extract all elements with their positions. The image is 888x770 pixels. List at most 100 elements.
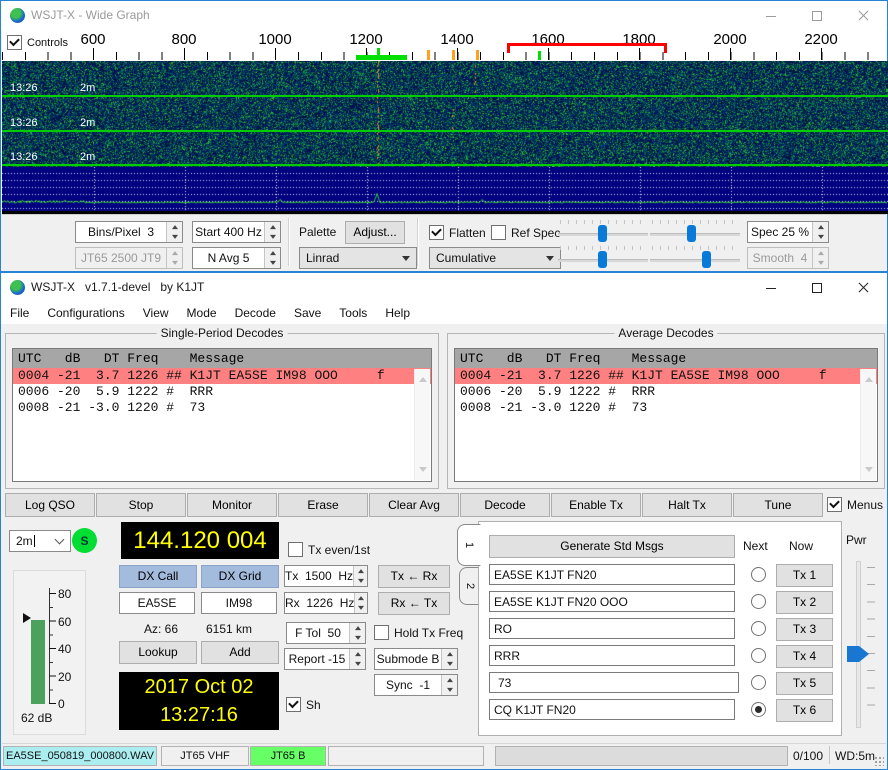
spinner-arrows[interactable] <box>812 222 828 242</box>
decode-row[interactable]: 0006 -20 5.9 1222 # RRR <box>455 384 877 400</box>
menus-checkbox[interactable]: Menus <box>827 497 883 512</box>
scroll-down-icon[interactable] <box>419 467 427 476</box>
spinner-arrows[interactable] <box>349 649 365 669</box>
spinner-arrows[interactable] <box>264 222 280 242</box>
menu-help[interactable]: Help <box>376 302 419 324</box>
spinner-arrows[interactable] <box>353 566 367 586</box>
menu-configurations[interactable]: Configurations <box>38 302 133 324</box>
slider-thumb[interactable] <box>687 225 696 242</box>
waterfall-gain-slider[interactable] <box>558 220 648 242</box>
tx5-now-button[interactable]: Tx 5 <box>776 672 833 695</box>
tx3-now-button[interactable]: Tx 3 <box>776 618 833 641</box>
palette-combo[interactable]: Linrad <box>299 247 417 269</box>
menu-file[interactable]: File <box>1 302 38 324</box>
tx6-message-field[interactable]: CQ K1JT FN20 <box>489 699 735 720</box>
slider-thumb[interactable] <box>702 251 711 268</box>
spectrum-display[interactable] <box>2 167 888 214</box>
clear-avg-button[interactable]: Clear Avg <box>369 493 459 517</box>
scroll-down-icon[interactable] <box>865 467 873 476</box>
tab-messages-1[interactable]: 1 <box>457 524 481 566</box>
submode-spinner[interactable]: Submode B <box>374 648 458 670</box>
maximize-button[interactable] <box>794 273 840 302</box>
wide-graph-titlebar[interactable]: WSJT-X - Wide Graph <box>1 1 887 30</box>
decode-button[interactable]: Decode <box>460 493 550 517</box>
menu-view[interactable]: View <box>134 302 178 324</box>
waterfall-canvas[interactable] <box>2 61 888 167</box>
spinner-arrows[interactable] <box>441 675 457 695</box>
add-button[interactable]: Add <box>201 641 279 664</box>
tx5-message-combo[interactable]: 73 <box>489 672 739 693</box>
tx6-next-radio[interactable] <box>751 702 766 717</box>
enable-tx-button[interactable]: Enable Tx <box>551 493 641 517</box>
menu-decode[interactable]: Decode <box>226 302 285 324</box>
scroll-up-icon[interactable] <box>419 373 427 382</box>
report-spinner[interactable]: Report -15 <box>284 648 366 670</box>
tx2-message-field[interactable]: EA5SE K1JT FN20 OOO <box>489 591 735 612</box>
close-button[interactable] <box>840 273 886 302</box>
palette-adjust-button[interactable]: Adjust... <box>345 221 405 244</box>
tx6-now-button[interactable]: Tx 6 <box>776 699 833 722</box>
tx4-now-button[interactable]: Tx 4 <box>776 645 833 668</box>
lookup-button[interactable]: Lookup <box>119 641 197 664</box>
f-tol-spinner[interactable]: F Tol 50 <box>286 622 366 644</box>
minimize-button[interactable] <box>748 1 794 30</box>
tx3-message-field[interactable]: RO <box>489 618 735 639</box>
tx2-now-button[interactable]: Tx 2 <box>776 591 833 614</box>
n-avg-spinner[interactable]: N Avg 5 <box>192 247 281 269</box>
halt-tx-button[interactable]: Halt Tx <box>642 493 732 517</box>
decode-row[interactable]: 0006 -20 5.9 1222 # RRR <box>13 384 431 400</box>
decode-row[interactable]: 0004 -21 3.7 1226 ## K1JT EA5SE IM98 OOO… <box>455 368 877 384</box>
scrollbar[interactable] <box>860 369 876 480</box>
ref-spec-checkbox[interactable]: Ref Spec <box>491 225 560 240</box>
spinner-arrows[interactable] <box>441 649 457 669</box>
dx-call-button[interactable]: DX Call <box>119 565 197 588</box>
maximize-button[interactable] <box>794 1 840 30</box>
tx5-next-radio[interactable] <box>751 675 766 690</box>
flatten-checkbox[interactable]: Flatten <box>429 225 486 240</box>
spinner-arrows[interactable] <box>264 248 280 268</box>
dx-grid-field[interactable]: IM98 <box>201 592 277 614</box>
band-select-combo[interactable]: 2m <box>9 530 71 552</box>
spectrum-canvas[interactable] <box>2 167 888 211</box>
tx1-next-radio[interactable] <box>751 567 766 582</box>
tx1-now-button[interactable]: Tx 1 <box>776 564 833 587</box>
bins-per-pixel-spinner[interactable]: Bins/Pixel 3 <box>75 221 183 243</box>
tune-button[interactable]: Tune <box>733 493 823 517</box>
minimize-button[interactable] <box>748 273 794 302</box>
resize-grip[interactable] <box>874 756 884 766</box>
tx4-next-radio[interactable] <box>751 648 766 663</box>
sync-spinner[interactable]: Sync -1 <box>374 674 458 696</box>
average-decodes-text[interactable]: UTC dB DT Freq Message 0004 -21 3.7 1226… <box>454 348 878 482</box>
tx-freq-spinner[interactable]: Tx 1500 Hz <box>284 565 368 587</box>
decode-row[interactable]: 0008 -21 -3.0 1220 # 73 <box>455 400 877 416</box>
menu-mode[interactable]: Mode <box>178 302 226 324</box>
waterfall-display[interactable]: 13:26 2m 13:26 2m 13:26 2m <box>2 61 888 167</box>
spinner-arrows[interactable] <box>349 623 365 643</box>
pwr-slider[interactable] <box>845 553 879 733</box>
single-decodes-text[interactable]: UTC dB DT Freq Message 0004 -21 3.7 1226… <box>12 348 432 482</box>
menu-save[interactable]: Save <box>285 302 330 324</box>
monitor-button[interactable]: Monitor <box>187 493 277 517</box>
spectrum-zero-slider[interactable] <box>650 246 740 268</box>
spectrum-gain-slider[interactable] <box>558 246 648 268</box>
erase-button[interactable]: Erase <box>278 493 368 517</box>
tx2-next-radio[interactable] <box>751 594 766 609</box>
tx1-message-field[interactable]: EA5SE K1JT FN20 <box>489 564 735 585</box>
menu-tools[interactable]: Tools <box>330 302 376 324</box>
tx-even-checkbox[interactable]: Tx even/1st <box>288 542 370 557</box>
scrollbar[interactable] <box>414 369 430 480</box>
stop-button[interactable]: Stop <box>96 493 186 517</box>
tx4-message-field[interactable]: RRR <box>489 645 735 666</box>
tab-messages-2[interactable]: 2 <box>459 567 480 605</box>
slider-thumb[interactable] <box>598 225 607 242</box>
rx-freq-spinner[interactable]: Rx 1226 Hz <box>284 592 368 614</box>
scroll-up-icon[interactable] <box>865 373 873 382</box>
tx-from-rx-button[interactable]: Tx ← Rx <box>378 565 450 588</box>
dx-grid-button[interactable]: DX Grid <box>201 565 279 588</box>
tx3-next-radio[interactable] <box>751 621 766 636</box>
frequency-ruler[interactable]: Controls 600 800 1000 1200 1400 1600 180… <box>2 30 886 61</box>
controls-checkbox[interactable]: Controls <box>7 35 68 50</box>
decode-row[interactable]: 0004 -21 3.7 1226 ## K1JT EA5SE IM98 OOO… <box>13 368 431 384</box>
log-qso-button[interactable]: Log QSO <box>5 493 95 517</box>
pwr-slider-thumb[interactable] <box>847 646 869 662</box>
